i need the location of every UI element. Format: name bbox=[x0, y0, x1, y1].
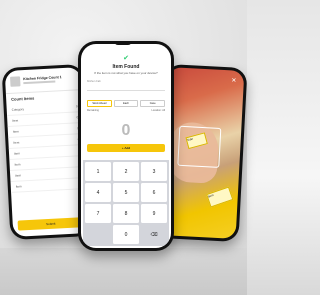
key-9[interactable]: 9 bbox=[141, 204, 167, 223]
checkmark-icon: ✔ bbox=[123, 55, 129, 62]
key-5[interactable]: 5 bbox=[113, 183, 139, 202]
item-meta: Remaining Location: All bbox=[87, 109, 165, 112]
list-item-label: Item bbox=[14, 162, 21, 167]
meta-left: Remaining bbox=[87, 109, 99, 112]
left-phone-header-line bbox=[23, 80, 56, 84]
list-item-label: Item bbox=[12, 118, 19, 123]
left-phone-submit-button[interactable]: Submit bbox=[17, 217, 84, 231]
meta-right: Location: All bbox=[151, 109, 165, 112]
app-logo-icon bbox=[10, 76, 21, 87]
key-4[interactable]: 4 bbox=[85, 183, 111, 202]
key-6[interactable]: 6 bbox=[141, 183, 167, 202]
left-phone-screen: Kitchen Fridge Count 1 Count Items Categ… bbox=[4, 67, 90, 237]
list-item-label: Item bbox=[15, 173, 22, 178]
key-8[interactable]: 8 bbox=[113, 204, 139, 223]
price-tag: Item bbox=[206, 186, 234, 208]
item-found-subtitle: If the item is not what you have on your… bbox=[94, 71, 158, 75]
backspace-icon[interactable]: ⌫ bbox=[141, 225, 167, 244]
scan-frame bbox=[177, 125, 222, 168]
item-field[interactable] bbox=[87, 84, 165, 91]
left-phone-header-text: Kitchen Fridge Count 1 bbox=[23, 75, 76, 85]
tab-stock-ahead[interactable]: Stock Ahead bbox=[87, 100, 112, 107]
key-2[interactable]: 2 bbox=[113, 162, 139, 181]
unit-tabs: Stock Ahead Each Case bbox=[87, 100, 166, 107]
center-phone: ✔ Item Found If the item is not what you… bbox=[78, 41, 174, 251]
key-1[interactable]: 1 bbox=[85, 162, 111, 181]
list-item-label: Category bbox=[11, 107, 25, 112]
list-item-label: Item bbox=[12, 129, 19, 134]
close-icon[interactable]: × bbox=[230, 75, 238, 84]
left-phone-list: Category0Item0Item0Item0Item0Item0Item0I… bbox=[6, 101, 87, 193]
center-phone-screen: ✔ Item Found If the item is not what you… bbox=[81, 44, 171, 248]
tab-case[interactable]: Case bbox=[140, 100, 166, 107]
quantity-display: 0 bbox=[121, 122, 131, 139]
phone-notch bbox=[114, 41, 132, 45]
add-button[interactable]: + Add bbox=[87, 144, 165, 152]
list-item-label: Item bbox=[13, 151, 20, 156]
background-surface bbox=[0, 248, 247, 295]
key-3[interactable]: 3 bbox=[141, 162, 167, 181]
item-found-title: Item Found bbox=[112, 64, 140, 70]
numeric-keypad: 1 2 3 4 5 6 7 8 9 0 ⌫ bbox=[83, 160, 169, 246]
location-label: Kitchen Cab bbox=[87, 80, 101, 83]
key-7[interactable]: 7 bbox=[85, 204, 111, 223]
list-item-label: Item bbox=[15, 184, 22, 189]
list-item-label: Item bbox=[13, 140, 20, 145]
key-blank bbox=[85, 225, 111, 244]
key-0[interactable]: 0 bbox=[113, 225, 139, 244]
tab-each[interactable]: Each bbox=[113, 100, 139, 107]
